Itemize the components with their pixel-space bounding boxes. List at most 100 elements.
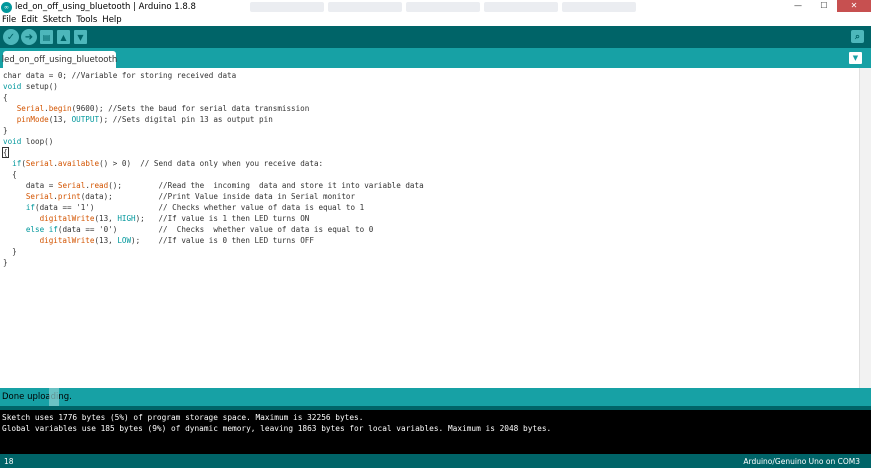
code-token: Serial — [57, 181, 86, 190]
window-title: led_on_off_using_bluetooth | Arduino 1.8… — [15, 2, 196, 12]
status-message: Done uploading. — [2, 392, 72, 402]
menu-help[interactable]: Help — [102, 15, 121, 25]
menu-tools[interactable]: Tools — [76, 15, 97, 25]
code-token: setup() — [21, 82, 58, 91]
code-text[interactable]: char data = 0; //Variable for storing re… — [2, 70, 859, 386]
serial-monitor-button[interactable]: ⌕ — [851, 30, 864, 43]
close-button[interactable]: ✕ — [837, 0, 871, 12]
code-token: if — [48, 225, 58, 234]
arduino-app-icon: ∞ — [1, 1, 12, 13]
code-token: { — [2, 147, 9, 158]
code-token: read — [89, 181, 109, 190]
arrow-up-icon: ▲ — [60, 32, 67, 42]
editor-vertical-scrollbar[interactable] — [859, 68, 871, 388]
code-token: (9600); //Sets the baud for serial data … — [71, 104, 310, 113]
code-token: char data = 0; //Variable for storing re… — [3, 71, 237, 80]
open-sketch-button[interactable]: ▲ — [57, 30, 70, 44]
code-token: if — [12, 159, 22, 168]
code-token: begin — [48, 104, 72, 113]
code-line: if(Serial.available() > 0) // Send data … — [3, 158, 859, 169]
ghost-tab — [406, 2, 480, 12]
code-token: digitalWrite — [39, 236, 95, 245]
code-token: (data == '0') // Checks whether value of… — [57, 225, 374, 234]
line-number: 18 — [4, 457, 14, 466]
ghost-tab — [328, 2, 402, 12]
code-token: Serial — [25, 159, 54, 168]
console-line: Global variables use 185 bytes (9%) of d… — [2, 424, 552, 433]
status-bar: Done uploading. — [0, 388, 871, 406]
code-token: ); //Sets digital pin 13 as output pin — [99, 115, 273, 124]
maximize-button[interactable]: ☐ — [811, 0, 837, 12]
code-token: else — [25, 225, 45, 234]
code-token: print — [57, 192, 81, 201]
code-token: Serial — [25, 192, 54, 201]
code-token: (data); //Print Value inside data in Ser… — [80, 192, 356, 201]
save-sketch-button[interactable]: ▼ — [74, 30, 87, 44]
minimize-button[interactable]: — — [785, 0, 811, 12]
code-token: (13, — [94, 214, 118, 223]
menu-sketch[interactable]: Sketch — [43, 15, 72, 25]
code-token: } — [3, 258, 8, 267]
code-token: ); //If value is 0 then LED turns OFF — [131, 236, 314, 245]
checkmark-icon: ✓ — [6, 31, 16, 43]
code-line: digitalWrite(13, LOW); //If value is 0 t… — [3, 235, 859, 246]
tab-menu-button[interactable]: ▼ — [849, 52, 862, 64]
menu-bar: File Edit Sketch Tools Help — [0, 14, 871, 26]
code-editor[interactable]: char data = 0; //Variable for storing re… — [0, 68, 871, 388]
menu-file[interactable]: File — [2, 15, 16, 25]
code-line: } — [3, 125, 859, 136]
code-line: { — [3, 169, 859, 180]
code-token: void — [3, 137, 22, 146]
status-scrollbar[interactable] — [859, 388, 871, 406]
code-line: if(data == '1') // Checks whether value … — [3, 202, 859, 213]
code-token: HIGH — [117, 214, 136, 223]
code-token: loop() — [21, 137, 54, 146]
code-token: (13, — [48, 115, 72, 124]
code-token: OUTPUT — [71, 115, 100, 124]
code-line: Serial.begin(9600); //Sets the baud for … — [3, 103, 859, 114]
code-token: (); //Read the incoming data and store i… — [108, 181, 424, 190]
arrow-right-icon: ➜ — [24, 31, 34, 43]
code-token: digitalWrite — [39, 214, 95, 223]
tab-led-on-off-using-bluetooth[interactable]: led_on_off_using_bluetooth — [2, 51, 117, 68]
console-line: Sketch uses 1776 bytes (5%) of program s… — [2, 413, 364, 422]
code-token: if — [25, 203, 36, 212]
code-line: } — [3, 246, 859, 257]
code-token: data = — [3, 181, 58, 190]
code-line: char data = 0; //Variable for storing re… — [3, 70, 859, 81]
bottom-status-bar: 18 Arduino/Genuino Uno on COM3 — [0, 454, 871, 468]
code-line: data = Serial.read(); //Read the incomin… — [3, 180, 859, 191]
magnifier-icon: ⌕ — [854, 31, 861, 42]
console-resize-handle[interactable] — [49, 388, 59, 406]
upload-button[interactable]: ➜ — [21, 29, 37, 45]
code-line: pinMode(13, OUTPUT); //Sets digital pin … — [3, 114, 859, 125]
board-port-info: Arduino/Genuino Uno on COM3 — [743, 457, 860, 466]
code-token: { — [3, 93, 8, 102]
toolbar: ✓ ➜ ▤ ▲ ▼ ⌕ — [0, 26, 871, 48]
tab-strip: led_on_off_using_bluetooth ▼ — [0, 48, 871, 68]
code-line: Serial.print(data); //Print Value inside… — [3, 191, 859, 202]
code-token: { — [3, 170, 17, 179]
code-token: available — [57, 159, 100, 168]
verify-button[interactable]: ✓ — [3, 29, 19, 45]
code-token: ); //If value is 1 then LED turns ON — [135, 214, 310, 223]
title-bar: ∞ led_on_off_using_bluetooth | Arduino 1… — [0, 0, 871, 14]
code-token: } — [3, 126, 8, 135]
menu-edit[interactable]: Edit — [21, 15, 37, 25]
arrow-down-icon: ▼ — [77, 32, 84, 42]
code-token: pinMode — [16, 115, 49, 124]
code-line: void loop() — [3, 136, 859, 147]
code-token: () > 0) // Send data only when you recei… — [99, 159, 324, 168]
new-sketch-button[interactable]: ▤ — [40, 30, 53, 44]
code-token: LOW — [117, 236, 132, 245]
code-line: void setup() — [3, 81, 859, 92]
new-file-icon: ▤ — [42, 32, 51, 42]
code-token: (data == '1') // Checks whether value of… — [35, 203, 365, 212]
console-output: Sketch uses 1776 bytes (5%) of program s… — [0, 410, 871, 454]
code-line: { — [2, 147, 859, 158]
